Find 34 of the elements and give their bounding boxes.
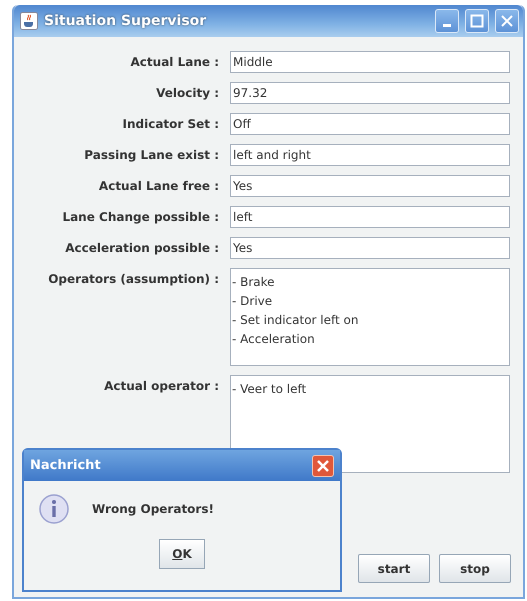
minimize-button[interactable] [435,9,459,33]
text-field[interactable]: Off [230,113,510,135]
field-label: Passing Lane exist : [83,147,219,164]
text-area[interactable]: - Veer to left [230,375,510,473]
close-icon [316,458,330,472]
close-button[interactable] [495,9,519,33]
field-label: Lane Change possible : [61,209,219,226]
minimize-icon [443,24,451,26]
field-label: Actual Lane free : [98,178,219,195]
close-button[interactable] [312,454,334,476]
field-label: Actual Lane : [130,54,219,71]
field-label: Actual operator : [103,378,219,395]
text-field[interactable]: left [230,206,510,228]
field-label: Indicator Set : [122,116,219,133]
dialog-message: Wrong Operators! [92,502,214,516]
dialog-title: Nachricht [30,458,102,473]
field-label: Acceleration possible : [64,240,219,257]
maximize-icon [470,14,484,28]
field-label: Operators (assumption) : [47,271,219,288]
close-icon [500,14,514,28]
field-label: Velocity : [155,85,219,102]
window-title: Situation Supervisor [44,13,208,29]
maximize-button[interactable] [465,9,489,33]
text-field[interactable]: 97.32 [230,82,510,104]
text-field[interactable]: Middle [230,51,510,73]
text-field[interactable]: left and right [230,144,510,166]
text-field[interactable]: Yes [230,175,510,197]
text-field[interactable]: Yes [230,237,510,259]
coffee-cup-icon [20,12,38,30]
ok-button[interactable]: OK [159,539,205,569]
text-area[interactable]: - Brake - Drive - Set indicator left on - Acceleration [230,268,510,366]
action-button[interactable]: stop [439,554,511,583]
info-icon [38,493,70,525]
action-button[interactable]: start [358,554,430,583]
